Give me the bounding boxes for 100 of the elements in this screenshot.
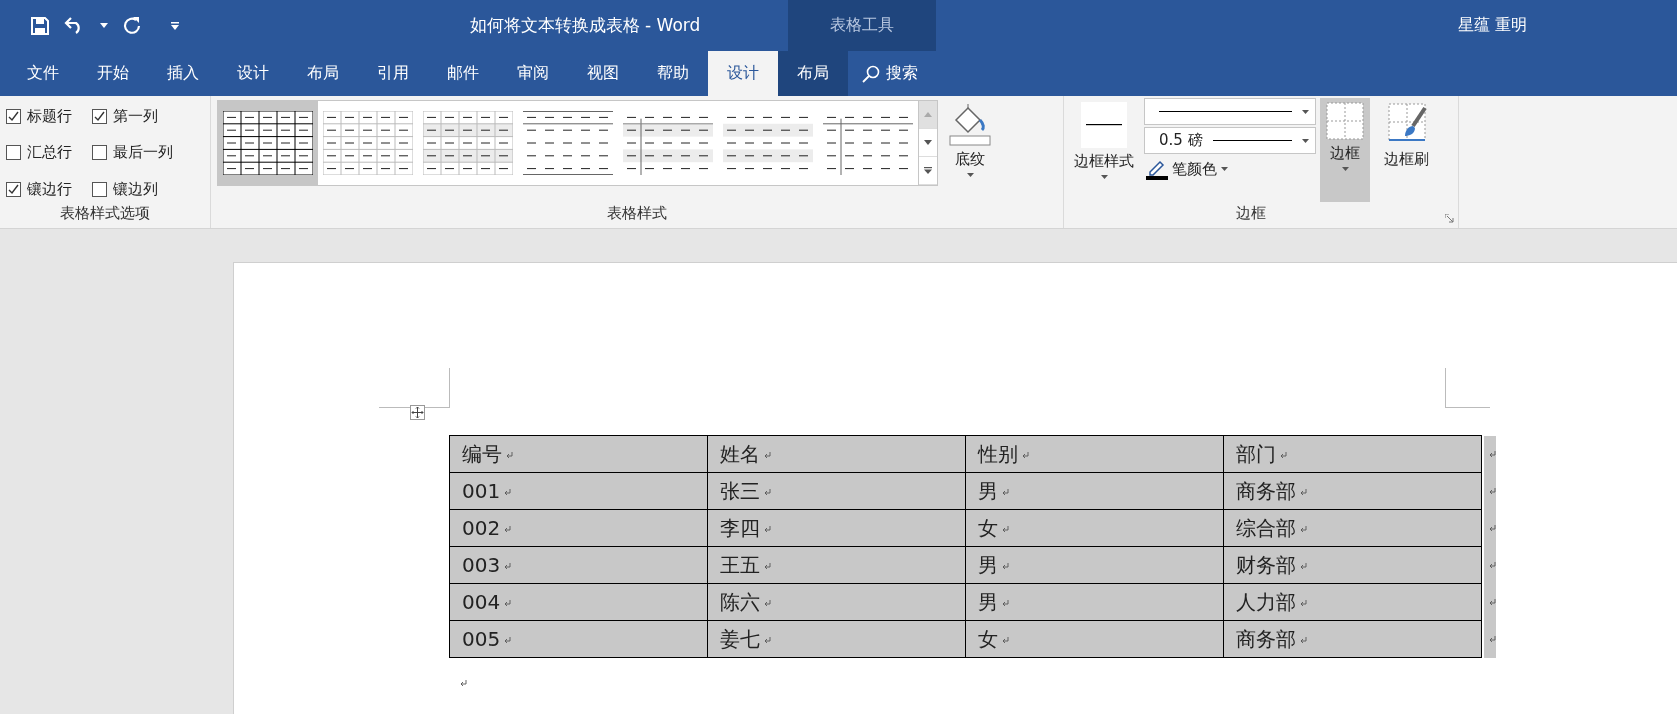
paragraph-mark-icon xyxy=(506,451,513,459)
paragraph-mark-icon xyxy=(504,526,512,533)
ribbon-tab[interactable]: 视图 xyxy=(568,51,638,96)
redo-icon[interactable] xyxy=(122,15,142,36)
table-header-cell: 性别 xyxy=(965,435,1224,473)
paragraph-mark-icon xyxy=(1300,525,1307,533)
caret-icon xyxy=(966,173,974,177)
table-cell: 人力部 xyxy=(1223,583,1482,621)
paragraph-mark-icon xyxy=(1488,525,1496,532)
paragraph-mark-icon xyxy=(764,488,771,496)
paragraph-mark-icon xyxy=(1002,488,1009,496)
table-cell: 姜七 xyxy=(707,620,966,658)
table-cell: 商务部 xyxy=(1223,472,1482,510)
paragraph-mark-icon xyxy=(764,451,771,459)
user-name[interactable]: 星蕴 重明 xyxy=(1457,15,1527,36)
ribbon-tab[interactable]: 引用 xyxy=(358,51,428,96)
dialog-launcher-icon[interactable] xyxy=(1445,214,1454,223)
border-styles-button[interactable]: 边框样式 xyxy=(1068,98,1140,202)
table-cell: 综合部 xyxy=(1223,509,1482,547)
line-style-icon xyxy=(1086,124,1122,126)
caret-icon xyxy=(1302,109,1309,114)
ribbon-tab[interactable]: 布局 xyxy=(778,51,848,96)
table-cell: 男 xyxy=(965,583,1224,621)
check-icon xyxy=(7,109,20,123)
paint-bucket-icon xyxy=(948,102,992,146)
caret-icon xyxy=(1221,167,1228,171)
ribbon-tab[interactable]: 开始 xyxy=(78,51,148,96)
table-cell: 陈六 xyxy=(707,583,966,621)
ribbon-tab[interactable]: 文件 xyxy=(8,51,78,96)
paragraph-mark-icon xyxy=(1002,599,1009,607)
style-option-checkbox[interactable]: 最后一列 xyxy=(92,138,202,168)
table-cell: 张三 xyxy=(707,472,966,510)
save-icon[interactable] xyxy=(30,15,50,36)
group-label: 表格样式 xyxy=(606,204,668,224)
table-cell: 003 xyxy=(449,546,708,584)
caret-icon xyxy=(1100,175,1108,179)
group-label: 表格样式选项 xyxy=(59,204,151,224)
paragraph-mark-icon xyxy=(1300,599,1307,607)
table-cell: 商务部 xyxy=(1223,620,1482,658)
table-cell: 王五 xyxy=(707,546,966,584)
paragraph-mark-icon xyxy=(1002,636,1009,644)
style-option-checkbox[interactable]: 镶边列 xyxy=(92,175,202,204)
style-option-checkbox[interactable]: 汇总行 xyxy=(6,138,92,168)
paragraph-mark-icon xyxy=(1002,562,1009,570)
table-header-cell: 部门 xyxy=(1223,435,1482,473)
style-option-checkbox[interactable]: 镶边行 xyxy=(6,175,92,204)
ribbon-tab[interactable]: 布局 xyxy=(288,51,358,96)
window-title: 如何将文本转换成表格 - Word xyxy=(468,14,702,37)
ribbon-tab[interactable]: 帮助 xyxy=(638,51,708,96)
table-cell: 女 xyxy=(965,509,1224,547)
paragraph-mark-icon xyxy=(1488,599,1496,606)
table-cell: 女 xyxy=(965,620,1224,658)
paragraph-mark-icon xyxy=(1300,488,1307,496)
caret-icon xyxy=(1341,167,1349,171)
pen-icon xyxy=(1146,158,1168,180)
ribbon-tab[interactable]: 插入 xyxy=(148,51,218,96)
style-option-checkbox[interactable]: 标题行 xyxy=(6,102,92,131)
pen-color-button[interactable]: 笔颜色 xyxy=(1144,156,1316,182)
ribbon-tab[interactable]: 邮件 xyxy=(428,51,498,96)
paragraph-mark-icon xyxy=(504,600,512,607)
customize-caret-icon[interactable] xyxy=(170,21,180,30)
paragraph-mark-icon xyxy=(1300,562,1307,570)
paragraph-mark-icon xyxy=(1022,451,1029,459)
paragraph-mark-icon xyxy=(460,680,467,687)
search-button[interactable]: 搜索 xyxy=(848,51,932,96)
table-cell: 男 xyxy=(965,546,1224,584)
caret-icon xyxy=(1302,138,1309,143)
line-weight-dropdown[interactable]: 0.5 磅 xyxy=(1144,127,1316,154)
table-cell: 001 xyxy=(449,472,708,510)
shading-button[interactable]: 底纹 xyxy=(942,98,998,202)
paragraph-mark-icon xyxy=(1002,525,1009,533)
table-header-cell: 编号 xyxy=(449,435,708,473)
paragraph-mark-icon xyxy=(1488,562,1496,569)
paragraph-mark-icon xyxy=(504,489,512,496)
up-arrow-icon xyxy=(924,112,932,117)
paragraph-mark-icon xyxy=(1488,488,1496,495)
down-arrow-icon xyxy=(924,140,932,145)
more-arrow-icon xyxy=(924,167,932,174)
paragraph-mark-icon xyxy=(764,562,771,570)
paragraph-mark-icon xyxy=(1280,451,1287,459)
check-icon xyxy=(93,109,106,123)
caret-icon[interactable] xyxy=(100,23,108,28)
paragraph-mark-icon xyxy=(1488,636,1496,643)
paragraph-mark-icon xyxy=(1300,636,1307,644)
table-cell: 005 xyxy=(449,620,708,658)
ribbon-tab[interactable]: 设计 xyxy=(708,51,778,96)
paragraph-mark-icon xyxy=(764,636,771,644)
table-cell: 男 xyxy=(965,472,1224,510)
ribbon-tab[interactable]: 设计 xyxy=(218,51,288,96)
table-style-thumbnail[interactable] xyxy=(218,101,318,185)
table-cell: 004 xyxy=(449,583,708,621)
table-cell: 002 xyxy=(449,509,708,547)
table-move-handle-icon[interactable] xyxy=(410,405,425,420)
border-painter-button[interactable]: 边框刷 xyxy=(1378,98,1435,202)
borders-button[interactable]: 边框 xyxy=(1320,98,1370,202)
line-style-dropdown[interactable] xyxy=(1144,98,1316,125)
style-option-checkbox[interactable]: 第一列 xyxy=(92,102,202,131)
ribbon-tab[interactable]: 审阅 xyxy=(498,51,568,96)
paragraph-mark-icon xyxy=(504,637,512,644)
border-grid-icon xyxy=(1326,102,1364,140)
